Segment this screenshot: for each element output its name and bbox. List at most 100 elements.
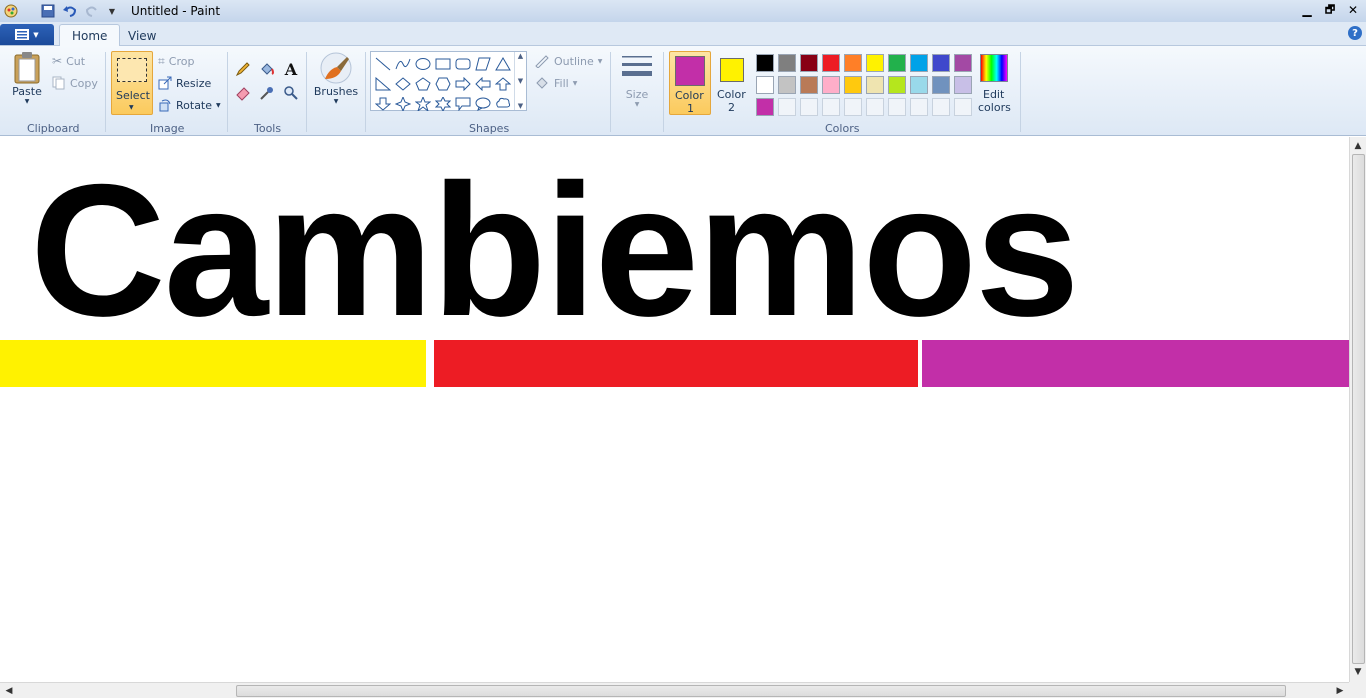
scroll-down-icon[interactable]: ▼ [1351, 665, 1365, 679]
cut-button[interactable]: ✂ Cut [52, 52, 85, 70]
color1-button[interactable]: Color 1 [669, 51, 711, 115]
chevron-down-icon[interactable]: ▼ [518, 77, 523, 85]
palette-swatch[interactable] [842, 74, 864, 96]
fill-bucket-icon[interactable] [256, 58, 278, 80]
palette-swatch[interactable] [798, 96, 820, 118]
palette-swatch[interactable] [754, 52, 776, 74]
palette-swatch[interactable] [754, 74, 776, 96]
palette-swatch[interactable] [908, 96, 930, 118]
tab-view[interactable]: View [116, 24, 168, 47]
vertical-scrollbar[interactable]: ▲ ▼ [1349, 137, 1366, 682]
polygon-shape-icon[interactable] [473, 54, 493, 73]
eraser-icon[interactable] [232, 82, 254, 104]
close-button[interactable]: ✕ [1342, 1, 1364, 19]
crop-button[interactable]: ⌗ Crop [158, 52, 194, 70]
palette-swatch[interactable] [842, 96, 864, 118]
horizontal-scrollbar[interactable]: ◀ ▶ [0, 682, 1349, 698]
scroll-left-icon[interactable]: ◀ [2, 684, 16, 698]
chevron-up-icon[interactable]: ▲ [518, 52, 523, 60]
save-icon[interactable] [40, 3, 56, 19]
magnifier-icon[interactable] [280, 82, 302, 104]
palette-swatch[interactable] [776, 52, 798, 74]
tab-home[interactable]: Home [59, 24, 121, 47]
palette-swatch[interactable] [952, 52, 974, 74]
fill-button[interactable]: Fill ▼ [534, 74, 577, 92]
palette-swatch[interactable] [776, 74, 798, 96]
redo-icon[interactable] [84, 3, 100, 19]
outline-button[interactable]: Outline ▼ [534, 52, 602, 70]
rounded-rectangle-shape-icon[interactable] [453, 54, 473, 73]
palette-swatch[interactable] [908, 74, 930, 96]
palette-swatch[interactable] [952, 96, 974, 118]
down-arrow-shape-icon[interactable] [373, 94, 393, 113]
paint-menu-button[interactable]: ▼ [0, 24, 54, 45]
pencil-icon[interactable] [232, 58, 254, 80]
left-arrow-shape-icon[interactable] [473, 74, 493, 93]
curve-shape-icon[interactable] [393, 54, 413, 73]
palette-swatch[interactable] [820, 96, 842, 118]
fill-label: Fill [554, 76, 569, 90]
diamond-shape-icon[interactable] [393, 74, 413, 93]
right-arrow-shape-icon[interactable] [453, 74, 473, 93]
vertical-scroll-thumb[interactable] [1352, 154, 1365, 664]
minimize-button[interactable]: ▁ [1296, 1, 1318, 19]
oval-shape-icon[interactable] [413, 54, 433, 73]
palette-swatch[interactable] [930, 96, 952, 118]
palette-swatch[interactable] [864, 96, 886, 118]
text-icon[interactable]: A [280, 58, 302, 80]
rect-callout-shape-icon[interactable] [453, 94, 473, 113]
paint-app-icon[interactable] [3, 3, 19, 19]
expand-gallery-icon[interactable]: ▼ [518, 102, 523, 110]
palette-swatch[interactable] [908, 52, 930, 74]
undo-icon[interactable] [62, 3, 78, 19]
help-icon[interactable]: ? [1348, 26, 1362, 40]
color-picker-icon[interactable] [256, 82, 278, 104]
palette-swatch[interactable] [864, 52, 886, 74]
palette-swatch[interactable] [798, 74, 820, 96]
cloud-callout-shape-icon[interactable] [493, 94, 513, 113]
line-shape-icon[interactable] [373, 54, 393, 73]
hexagon-shape-icon[interactable] [433, 74, 453, 93]
right-triangle-shape-icon[interactable] [373, 74, 393, 93]
chevron-down-icon: ▼ [129, 104, 134, 111]
rectangle-shape-icon[interactable] [433, 54, 453, 73]
paste-button[interactable]: Paste ▼ [8, 51, 46, 105]
triangle-shape-icon[interactable] [493, 54, 513, 73]
palette-swatch[interactable] [886, 96, 908, 118]
pentagon-shape-icon[interactable] [413, 74, 433, 93]
palette-swatch[interactable] [864, 74, 886, 96]
palette-swatch[interactable] [754, 96, 776, 118]
customize-quick-access-icon[interactable]: ▼ [104, 3, 120, 19]
rotate-button[interactable]: Rotate ▼ [158, 96, 221, 114]
size-button[interactable]: Size ▼ [618, 54, 656, 108]
color2-button[interactable]: Color 2 [713, 51, 751, 115]
palette-swatch[interactable] [886, 52, 908, 74]
palette-swatch[interactable] [886, 74, 908, 96]
shapes-scroll[interactable]: ▲ ▼ ▼ [514, 52, 526, 110]
palette-swatch[interactable] [776, 96, 798, 118]
four-point-star-shape-icon[interactable] [393, 94, 413, 113]
maximize-button[interactable]: 🗗 [1319, 1, 1341, 19]
palette-swatch[interactable] [842, 52, 864, 74]
select-button[interactable]: Select ▼ [111, 51, 153, 115]
horizontal-scroll-thumb[interactable] [236, 685, 1286, 697]
swatch-color [910, 98, 928, 116]
brushes-button[interactable]: Brushes ▼ [313, 51, 359, 105]
edit-colors-button[interactable]: Edit colors [975, 51, 1013, 115]
drawing-canvas[interactable]: Cambiemos [0, 137, 1349, 682]
palette-swatch[interactable] [930, 52, 952, 74]
up-arrow-shape-icon[interactable] [493, 74, 513, 93]
resize-button[interactable]: Resize [158, 74, 211, 92]
copy-button[interactable]: Copy [52, 74, 98, 92]
palette-swatch[interactable] [820, 52, 842, 74]
scroll-right-icon[interactable]: ▶ [1333, 684, 1347, 698]
five-point-star-shape-icon[interactable] [413, 94, 433, 113]
six-point-star-shape-icon[interactable] [433, 94, 453, 113]
palette-swatch[interactable] [952, 74, 974, 96]
scroll-up-icon[interactable]: ▲ [1351, 139, 1365, 153]
palette-swatch[interactable] [798, 52, 820, 74]
select-rectangle-icon [117, 58, 147, 82]
oval-callout-shape-icon[interactable] [473, 94, 493, 113]
palette-swatch[interactable] [820, 74, 842, 96]
palette-swatch[interactable] [930, 74, 952, 96]
